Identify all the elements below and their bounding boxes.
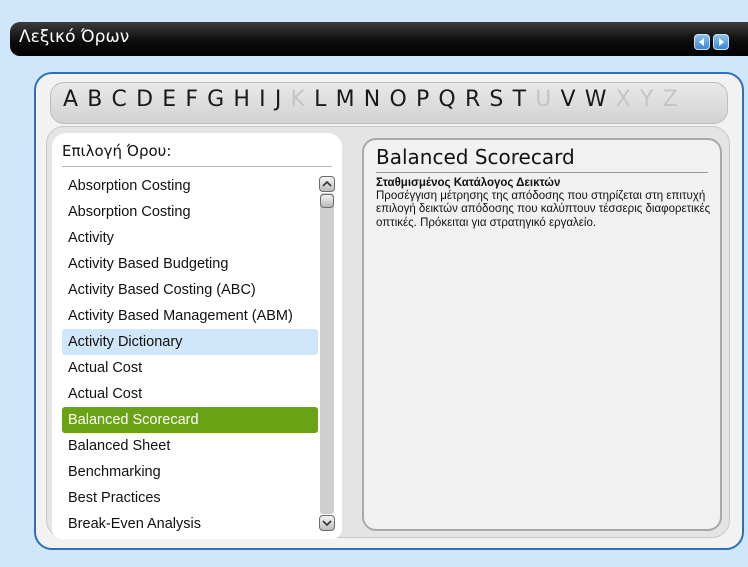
letter-u: U <box>535 87 552 112</box>
letter-f[interactable]: F <box>185 87 198 112</box>
term-list-panel: Επιλογή Όρου: Absorption Costing Absorpti… <box>52 133 342 539</box>
chevron-down-icon <box>322 520 332 527</box>
list-item[interactable]: Benchmarking <box>62 459 318 485</box>
letter-j[interactable]: J <box>275 87 282 112</box>
list-item[interactable]: Break-Even Analysis <box>62 511 318 534</box>
definition-panel: Balanced Scorecard Σταθμισμένος Κατάλογο… <box>362 138 722 531</box>
chevron-up-icon <box>322 180 332 187</box>
letter-z: Z <box>662 87 678 112</box>
letter-w[interactable]: W <box>585 87 607 112</box>
arrow-right-icon <box>719 38 724 46</box>
list-item[interactable]: Activity <box>62 225 318 251</box>
list-item[interactable]: Balanced Scorecard <box>62 407 318 433</box>
list-item[interactable]: Activity Dictionary <box>62 329 318 355</box>
divider <box>62 166 332 167</box>
letter-a[interactable]: A <box>63 87 78 112</box>
definition-term: Balanced Scorecard <box>376 145 575 169</box>
scroll-down-button[interactable] <box>319 515 335 531</box>
title-bar: Λεξικό Όρων <box>10 22 748 56</box>
divider <box>376 172 708 173</box>
arrow-left-icon <box>699 38 704 46</box>
letter-c[interactable]: C <box>112 87 127 112</box>
letter-b[interactable]: B <box>87 87 102 112</box>
previous-button[interactable] <box>694 34 710 50</box>
list-item[interactable]: Actual Cost <box>62 355 318 381</box>
scroll-thumb[interactable] <box>320 194 334 208</box>
letter-s[interactable]: S <box>489 87 503 112</box>
definition-greek-term: Σταθμισμένος Κατάλογος Δεικτών <box>376 177 561 189</box>
next-button[interactable] <box>713 34 729 50</box>
list-item[interactable]: Absorption Costing <box>62 199 318 225</box>
letter-k: K <box>290 87 305 112</box>
letter-g[interactable]: G <box>207 87 224 112</box>
letter-m[interactable]: M <box>336 87 355 112</box>
scrollbar[interactable] <box>319 176 335 531</box>
alphabet-letters: ABCDEFGHIJKLMNOPQRSTUVWXYZ <box>63 87 687 112</box>
scroll-up-button[interactable] <box>319 176 335 192</box>
letter-p[interactable]: P <box>416 87 429 112</box>
letter-d[interactable]: D <box>136 87 153 112</box>
letter-e[interactable]: E <box>162 87 176 112</box>
definition-text: Προσέγγιση μέτρησης της απόδοσης που στη… <box>376 190 711 229</box>
letter-y: Y <box>639 87 654 112</box>
window-title: Λεξικό Όρων <box>19 27 130 47</box>
letter-i[interactable]: I <box>259 87 266 112</box>
scroll-track[interactable] <box>320 193 334 514</box>
letter-n[interactable]: N <box>364 87 380 112</box>
list-item[interactable]: Activity Based Budgeting <box>62 251 318 277</box>
letter-x: X <box>615 87 631 112</box>
letter-r[interactable]: R <box>465 87 480 112</box>
list-item[interactable]: Absorption Costing <box>62 173 318 199</box>
term-list-header: Επιλογή Όρου: <box>62 142 172 160</box>
list-item[interactable]: Activity Based Costing (ABC) <box>62 277 318 303</box>
list-item[interactable]: Actual Cost <box>62 381 318 407</box>
letter-v[interactable]: V <box>561 87 576 112</box>
list-item[interactable]: Activity Based Management (ABM) <box>62 303 318 329</box>
list-item[interactable]: Balanced Sheet <box>62 433 318 459</box>
letter-l[interactable]: L <box>314 87 326 112</box>
alphabet-bar: ABCDEFGHIJKLMNOPQRSTUVWXYZ <box>50 82 728 124</box>
letter-t[interactable]: T <box>513 87 526 112</box>
letter-h[interactable]: H <box>233 87 250 112</box>
term-list[interactable]: Absorption Costing Absorption Costing Acti… <box>62 173 318 534</box>
letter-o[interactable]: O <box>389 87 406 112</box>
list-item[interactable]: Best Practices <box>62 485 318 511</box>
letter-q[interactable]: Q <box>438 87 455 112</box>
